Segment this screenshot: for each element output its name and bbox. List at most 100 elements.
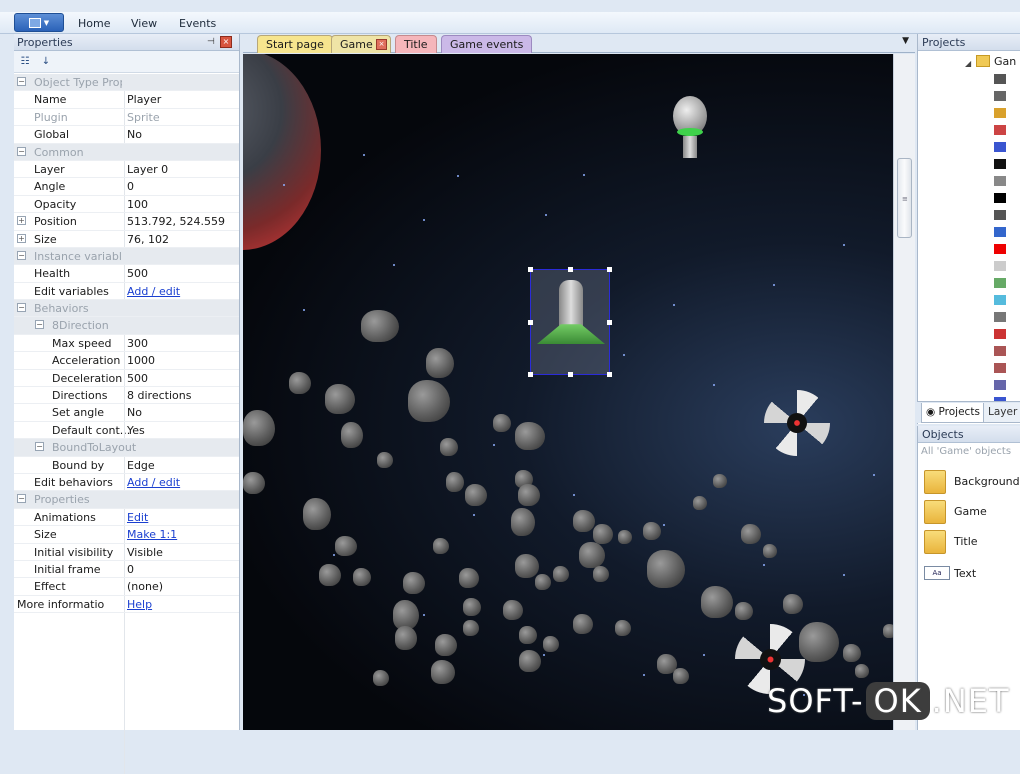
property-value[interactable]: Yes — [127, 424, 145, 437]
expand-icon[interactable]: + — [17, 233, 26, 243]
ribbon-tab-events[interactable]: Events — [179, 17, 216, 30]
property-category[interactable]: −Instance variables — [14, 247, 239, 266]
property-row[interactable]: Initial visibility Visible — [14, 543, 239, 561]
property-value[interactable]: 500 — [127, 267, 148, 280]
collapse-icon[interactable]: − — [17, 494, 26, 504]
asteroid-sprite[interactable] — [459, 568, 479, 588]
object-type-icon[interactable] — [994, 125, 1006, 135]
asteroid-sprite[interactable] — [783, 594, 803, 614]
asteroid-sprite[interactable] — [573, 510, 595, 532]
property-row[interactable]: More information Help — [14, 595, 239, 614]
object-type-icon[interactable] — [994, 329, 1006, 339]
object-type-icon[interactable] — [994, 210, 1006, 220]
asteroid-sprite[interactable] — [673, 668, 689, 684]
property-category[interactable]: − Behaviors — [14, 300, 239, 318]
object-type-icon[interactable] — [994, 244, 1006, 254]
collapse-icon[interactable]: − — [35, 442, 44, 452]
asteroid-sprite[interactable] — [553, 566, 569, 582]
object-type-icon[interactable] — [994, 74, 1006, 84]
app-menu-button[interactable]: ▼ — [14, 13, 64, 32]
property-row[interactable]: Initial frame 0 — [14, 560, 239, 579]
property-row[interactable]: Global No — [14, 126, 239, 144]
resize-handle[interactable] — [568, 372, 573, 377]
collapse-icon[interactable]: − — [17, 303, 26, 313]
resize-handle[interactable] — [607, 320, 612, 325]
asteroid-sprite[interactable] — [503, 600, 523, 620]
player-sprite-selected[interactable] — [528, 267, 612, 377]
property-value[interactable]: 1000 — [127, 354, 155, 367]
tab-start-page[interactable]: Start page — [257, 35, 333, 53]
property-value[interactable]: Sprite — [127, 111, 160, 124]
property-value[interactable]: Visible — [127, 546, 163, 559]
property-category[interactable]: − Properties — [14, 491, 239, 509]
property-value[interactable]: Player — [127, 93, 161, 106]
canvas-vertical-scrollbar[interactable]: ≡ — [893, 54, 915, 730]
ribbon-tab-view[interactable]: View — [131, 17, 157, 30]
asteroid-sprite[interactable] — [515, 554, 539, 578]
resize-handle[interactable] — [568, 267, 573, 272]
enemy-ship-sprite[interactable] — [663, 90, 717, 162]
property-row[interactable]: Plugin Sprite — [14, 108, 239, 127]
asteroid-sprite[interactable] — [465, 484, 487, 506]
collapse-icon[interactable]: − — [17, 146, 26, 156]
object-type-icon[interactable] — [994, 278, 1006, 288]
property-row[interactable]: Set angle No — [14, 404, 239, 422]
resize-handle[interactable] — [528, 267, 533, 272]
asteroid-sprite[interactable] — [335, 536, 357, 556]
property-row[interactable]: Opacity 100 — [14, 195, 239, 214]
asteroid-sprite[interactable] — [440, 438, 458, 456]
asteroid-sprite[interactable] — [435, 634, 457, 656]
object-type-icon[interactable] — [994, 159, 1006, 169]
property-row[interactable]: Health 500 — [14, 265, 239, 283]
property-value[interactable]: Edge — [127, 459, 155, 472]
asteroid-sprite[interactable] — [243, 472, 265, 494]
property-value[interactable]: 8 directions — [127, 389, 191, 402]
layout-canvas[interactable] — [243, 54, 893, 730]
property-row[interactable]: Angle 0 — [14, 178, 239, 196]
resize-handle[interactable] — [528, 320, 533, 325]
tab-projects[interactable]: ◉ Projects — [921, 403, 985, 423]
close-icon[interactable]: × — [376, 39, 387, 50]
asteroid-sprite[interactable] — [319, 564, 341, 586]
property-row[interactable]: Bound by Edge — [14, 456, 239, 474]
expand-icon[interactable]: + — [17, 216, 26, 226]
tab-layers[interactable]: Layer — [983, 403, 1020, 423]
asteroid-sprite[interactable] — [446, 472, 464, 492]
asteroid-sprite[interactable] — [535, 574, 551, 590]
property-link[interactable]: Help — [127, 598, 152, 611]
asteroid-sprite[interactable] — [426, 348, 454, 378]
asteroid-sprite[interactable] — [511, 508, 535, 536]
asteroid-sprite[interactable] — [353, 568, 371, 586]
property-row[interactable]: Name Player — [14, 91, 239, 109]
object-type-icon[interactable] — [994, 380, 1006, 390]
property-value[interactable]: (none) — [127, 580, 163, 593]
property-value[interactable]: 100 — [127, 198, 148, 211]
asteroid-sprite[interactable] — [303, 498, 331, 530]
asteroid-sprite[interactable] — [463, 598, 481, 616]
collapse-arrow-icon[interactable]: ◢ — [965, 59, 971, 68]
object-folder-backgrounds[interactable]: Backgrounds — [922, 468, 1020, 498]
asteroid-sprite[interactable] — [395, 626, 417, 650]
asteroid-sprite[interactable] — [843, 644, 861, 662]
asteroid-sprite[interactable] — [463, 620, 479, 636]
tab-game-events[interactable]: Game events — [441, 35, 533, 53]
asteroid-sprite[interactable] — [518, 484, 540, 506]
asteroid-sprite[interactable] — [713, 474, 727, 488]
asteroid-sprite[interactable] — [289, 372, 311, 394]
asteroid-sprite[interactable] — [408, 380, 450, 422]
asteroid-sprite[interactable] — [579, 542, 605, 568]
property-value[interactable]: No — [127, 406, 142, 419]
scrollbar-thumb[interactable]: ≡ — [897, 158, 912, 238]
property-link[interactable]: Edit — [127, 511, 148, 524]
property-row[interactable]: + Position 513.792, 524.559 — [14, 213, 239, 231]
close-icon[interactable]: × — [220, 36, 232, 48]
property-category[interactable]: −Object Type Properties — [14, 74, 239, 92]
asteroid-sprite[interactable] — [741, 524, 761, 544]
object-type-icon[interactable] — [994, 295, 1006, 305]
asteroid-sprite[interactable] — [377, 452, 393, 468]
object-type-icon[interactable] — [994, 142, 1006, 152]
asteroid-sprite[interactable] — [883, 624, 893, 638]
object-type-icon[interactable] — [994, 346, 1006, 356]
sort-alphabetical-icon[interactable]: ↓ — [38, 54, 54, 70]
property-row[interactable]: Default cont... Yes — [14, 421, 239, 440]
